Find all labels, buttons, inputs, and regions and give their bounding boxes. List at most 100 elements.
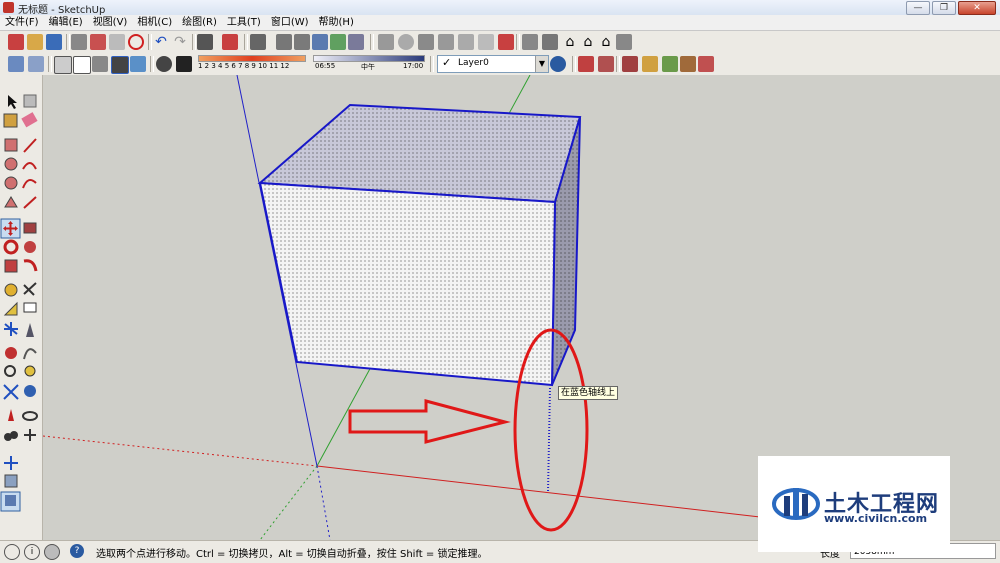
close-button[interactable]: ✕ xyxy=(958,1,996,15)
shadow-toggle-icon[interactable] xyxy=(156,56,172,72)
photo-texture-icon[interactable] xyxy=(680,56,696,72)
geo-location-status-icon[interactable] xyxy=(4,544,20,560)
shaded-icon[interactable] xyxy=(92,56,108,72)
sandbox-icon[interactable] xyxy=(378,34,394,50)
menu-edit[interactable]: 编辑(E) xyxy=(44,15,88,30)
freehand-tool-icon[interactable] xyxy=(22,178,37,189)
new-file-icon[interactable] xyxy=(8,34,24,50)
menu-view[interactable]: 视图(V) xyxy=(88,15,133,30)
wireframe-icon[interactable] xyxy=(54,56,72,74)
flip-edge-icon[interactable] xyxy=(478,34,494,50)
undo-icon[interactable]: ↶ xyxy=(153,34,169,50)
erase-icon[interactable] xyxy=(128,34,144,50)
minimize-button[interactable]: — xyxy=(906,1,930,15)
select-tool-icon[interactable] xyxy=(8,95,17,109)
paste-icon[interactable] xyxy=(109,34,125,50)
fog-icon[interactable] xyxy=(176,56,192,72)
follow-me-tool-icon[interactable] xyxy=(24,241,36,253)
restore-button[interactable]: ❐ xyxy=(932,1,956,15)
info-icon[interactable]: i xyxy=(24,544,40,560)
xray-icon[interactable] xyxy=(8,56,24,72)
top-view-icon[interactable] xyxy=(542,34,558,50)
smoove-icon[interactable] xyxy=(398,34,414,50)
arc3-tool-icon[interactable] xyxy=(23,196,37,209)
scale-tool-icon[interactable] xyxy=(4,259,18,273)
tag-icon[interactable] xyxy=(642,56,658,72)
share-model-icon[interactable] xyxy=(294,34,310,50)
back-view-icon[interactable]: ⌂ xyxy=(598,34,614,50)
help-icon[interactable]: ? xyxy=(70,544,84,558)
component-icon[interactable] xyxy=(250,34,266,50)
layer-select[interactable]: ✓ Layer0 ▼ xyxy=(437,55,549,73)
3d-text-tool-icon[interactable] xyxy=(26,323,34,337)
shadow-time-slider[interactable]: 06:55 中午 17:00 xyxy=(313,55,425,73)
open-folder-icon[interactable] xyxy=(27,34,43,50)
walk-tool-icon[interactable] xyxy=(4,431,18,441)
paint-bucket-tool-icon[interactable] xyxy=(3,113,18,128)
monochrome-icon[interactable] xyxy=(130,56,146,72)
axes-tool-icon[interactable] xyxy=(4,322,18,336)
warehouse-icon[interactable] xyxy=(330,34,346,50)
zoom-window-tool-icon[interactable] xyxy=(24,365,36,377)
pan-tool-icon[interactable] xyxy=(23,348,37,360)
menu-tools[interactable]: 工具(T) xyxy=(222,15,266,30)
save-icon[interactable] xyxy=(46,34,62,50)
section-tool-icon[interactable] xyxy=(24,429,36,441)
push-pull-tool-icon[interactable] xyxy=(23,222,37,234)
front-view-icon[interactable]: ⌂ xyxy=(562,34,578,50)
cut-icon[interactable] xyxy=(71,34,87,50)
offset-tool-icon[interactable] xyxy=(23,259,38,272)
model-info-icon[interactable] xyxy=(222,34,238,50)
copy-icon[interactable] xyxy=(90,34,106,50)
left-view-icon[interactable] xyxy=(616,34,632,50)
tape-measure-tool-icon[interactable] xyxy=(4,283,18,297)
layer-manager-icon[interactable] xyxy=(550,56,566,72)
menu-window[interactable]: 窗口(W) xyxy=(266,15,314,30)
iso-view-icon[interactable] xyxy=(522,34,538,50)
section-plane-icon[interactable] xyxy=(498,34,514,50)
extension-icon[interactable] xyxy=(348,34,364,50)
make-component-tool-icon[interactable] xyxy=(23,94,37,108)
orbit-tool-icon[interactable] xyxy=(5,347,17,359)
previous-view-tool-icon[interactable] xyxy=(24,385,36,397)
stamp-icon[interactable] xyxy=(418,34,434,50)
rotate-tool-icon[interactable] xyxy=(3,239,19,255)
text-tool-icon[interactable] xyxy=(23,302,37,313)
print-icon[interactable] xyxy=(197,34,213,50)
menu-help[interactable]: 帮助(H) xyxy=(314,15,359,30)
terrain-icon[interactable] xyxy=(662,56,678,72)
shadow-month-slider[interactable]: 1 2 3 4 5 6 7 8 9 10 11 12 xyxy=(198,55,306,73)
back-edges-icon[interactable] xyxy=(28,56,44,72)
geo-location-icon[interactable] xyxy=(698,56,714,72)
sandbox-contours-tool-icon[interactable] xyxy=(4,456,18,470)
arc-tool-icon[interactable] xyxy=(22,162,37,170)
drape-icon[interactable] xyxy=(438,34,454,50)
zoom-tool-icon[interactable] xyxy=(4,365,16,377)
stamp-tool-icon[interactable] xyxy=(5,495,16,506)
menu-draw[interactable]: 绘图(R) xyxy=(177,15,222,30)
hidden-line-icon[interactable] xyxy=(73,56,91,74)
redo-icon[interactable]: ↷ xyxy=(172,34,188,50)
chevron-down-icon[interactable]: ▼ xyxy=(535,56,548,72)
get-models-icon[interactable] xyxy=(276,34,292,50)
add-detail-icon[interactable] xyxy=(458,34,474,50)
protractor-tool-icon[interactable] xyxy=(3,301,18,316)
dimension-tool-icon[interactable] xyxy=(23,282,37,296)
paint-icon[interactable] xyxy=(578,56,594,72)
rectangle-tool-icon[interactable] xyxy=(4,138,18,152)
circle-tool-icon[interactable] xyxy=(4,157,18,171)
material-icon[interactable] xyxy=(598,56,614,72)
pie-tool-icon[interactable] xyxy=(4,196,18,208)
menu-file[interactable]: 文件(F) xyxy=(0,15,44,30)
sandbox-scratch-tool-icon[interactable] xyxy=(4,474,18,488)
share-component-icon[interactable] xyxy=(312,34,328,50)
line-tool-icon[interactable] xyxy=(23,138,37,153)
polygon-tool-icon[interactable] xyxy=(4,176,18,190)
position-camera-tool-icon[interactable] xyxy=(8,409,14,421)
right-view-icon[interactable]: ⌂ xyxy=(580,34,596,50)
look-around-tool-icon[interactable] xyxy=(22,411,38,421)
zoom-extents-tool-icon[interactable] xyxy=(3,384,19,400)
menu-camera[interactable]: 相机(C) xyxy=(132,15,177,30)
shaded-textures-icon[interactable] xyxy=(111,56,129,74)
eraser-tool-icon[interactable] xyxy=(21,112,38,128)
